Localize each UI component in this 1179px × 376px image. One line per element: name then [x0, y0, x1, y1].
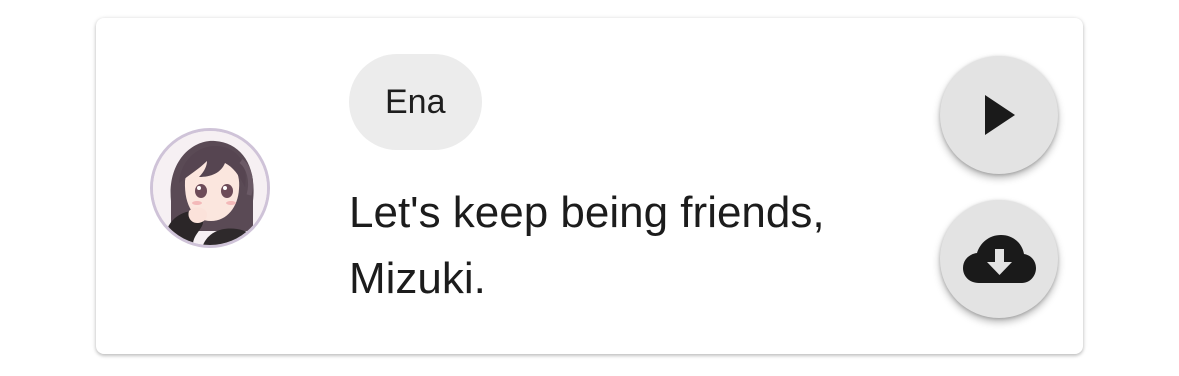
- download-button[interactable]: [940, 200, 1058, 318]
- speaker-avatar: [150, 128, 270, 248]
- play-button[interactable]: [940, 56, 1058, 174]
- message-line-1: Let's keep being friends,: [349, 188, 825, 237]
- message-text: Let's keep being friends, Mizuki.: [349, 180, 909, 312]
- message-line-2: Mizuki.: [349, 254, 486, 303]
- speaker-name-chip: Ena: [349, 54, 482, 150]
- cloud-download-icon: [963, 235, 1036, 283]
- avatar-illustration: [153, 131, 267, 245]
- play-icon: [985, 95, 1015, 135]
- voice-line-card: Ena Let's keep being friends, Mizuki.: [96, 18, 1083, 354]
